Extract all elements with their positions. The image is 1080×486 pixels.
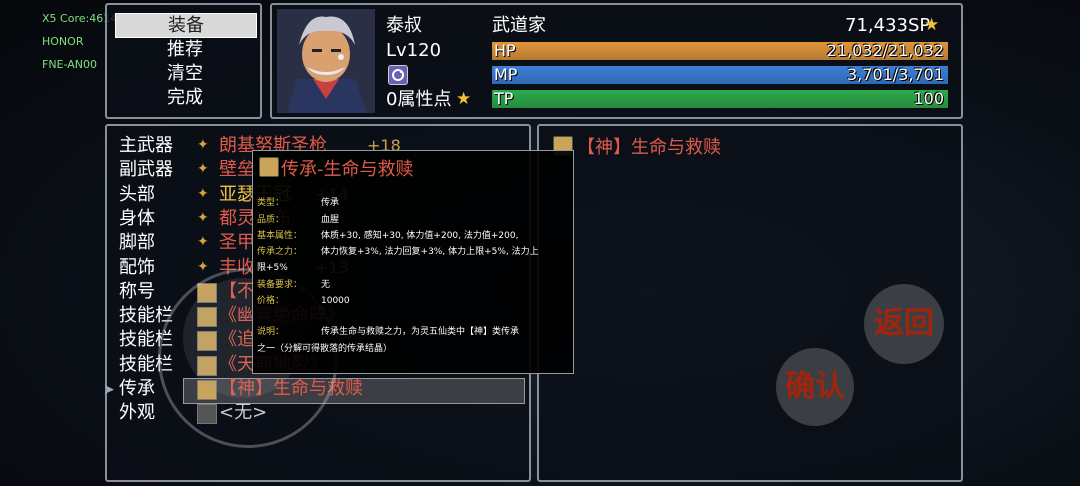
equipment-slot-label: 主武器 [119,135,173,156]
hp-bar: HP 21,032/21,032 [492,41,948,60]
back-button[interactable]: 返回 [864,284,944,364]
equipment-name: 壁垒 [219,159,255,181]
tt-power-value-1: 体力恢复+3%, 法力回复+3%, 体力上限+5%, 法力上 [321,247,539,257]
character-portrait [277,9,375,113]
tp-bar-fill [492,90,948,108]
debug-brand-label: HONOR [42,35,84,48]
detail-item-title: 【神】生命与救赎 [577,137,721,158]
star-icon: ★ [456,89,472,109]
tp-label: TP [494,89,514,108]
tt-price-value: 10000 [321,296,350,306]
hp-value: 21,032/21,032 [826,41,944,60]
mp-value: 3,701/3,701 [847,65,944,84]
hp-label: HP [494,41,516,60]
item-tooltip: 传承-生命与救赎 类型： 传承 品质： 血腥 基本属性： 体质+30, 感知+3… [252,150,574,374]
menu-equip[interactable]: 装备 [115,13,257,38]
sp-value: 71,433SP [845,15,931,36]
tt-desc-value-1: 传承生命与救赎之力，为灵五仙类中【神】类传承 [321,327,520,337]
mp-label: MP [494,65,518,84]
tooltip-chest-icon [259,157,279,177]
tt-type-value: 传承 [321,198,340,208]
equipment-slot-label: 称号 [119,280,155,302]
tt-desc-label: 说明： [257,327,285,337]
tt-req-label: 装备要求： [257,280,303,290]
equipment-slot-label: 身体 [119,207,155,229]
tp-bar: TP 100 [492,89,948,108]
tt-req-value: 无 [321,280,331,290]
equipment-slot-label: 头部 [119,183,155,205]
character-level: Lv120 [386,40,442,61]
tt-base-value: 体质+30, 感知+30, 体力值+200, 法力值+200, [321,231,519,241]
equipment-slot-label: 外观 [119,402,155,424]
tt-quality-label: 品质： [257,215,285,225]
tt-power-value-2: 限+5% [257,263,288,273]
spear-icon: ✦ [197,137,209,153]
sp-star-icon: ★ [924,15,940,35]
cursor-arrow-icon: ➤ [103,382,115,398]
tt-base-label: 基本属性： [257,231,303,241]
cloth-icon: ✦ [197,209,209,226]
tt-price-label: 价格： [257,296,285,306]
tooltip-title: 传承-生命与救赎 [281,159,414,180]
equipment-name: 圣甲 [219,232,255,254]
character-status-panel: 泰叔 Lv120 0属性点 ★ 武道家 71,433SP ★ HP 21,032… [270,3,963,119]
character-class: 武道家 [492,15,546,36]
tt-quality-value: 血腥 [321,215,340,225]
debug-model-label: FNE-AN00 [42,58,97,71]
mp-bar: MP 3,701/3,701 [492,65,948,84]
menu-clear[interactable]: 清空 [115,62,255,85]
shield-icon: ✦ [197,161,209,178]
menu-done[interactable]: 完成 [115,86,255,109]
tp-value: 100 [913,89,944,108]
command-menu: 装备 推荐 清空 完成 [105,3,262,119]
accessory-icon: ✦ [197,258,209,275]
attribute-points: 0属性点 [386,89,452,110]
menu-recommend[interactable]: 推荐 [115,38,255,61]
equipment-slot-label: 配饰 [119,256,155,278]
boots-icon: ✦ [197,234,209,251]
swap-icon[interactable] [388,65,408,85]
crown-icon: ✦ [197,185,209,202]
equipment-slot-label: 副武器 [119,159,173,181]
tt-power-label: 传承之力： [257,247,303,257]
character-name: 泰叔 [386,15,422,36]
tt-desc-value-2: 之一（分解可得散落的传承结晶） [257,344,393,354]
tt-type-label: 类型： [257,198,285,208]
equipment-slot-label: 传承 [119,378,155,399]
equipment-slot-label: 脚部 [119,232,155,254]
confirm-button[interactable]: 确认 [776,348,854,426]
